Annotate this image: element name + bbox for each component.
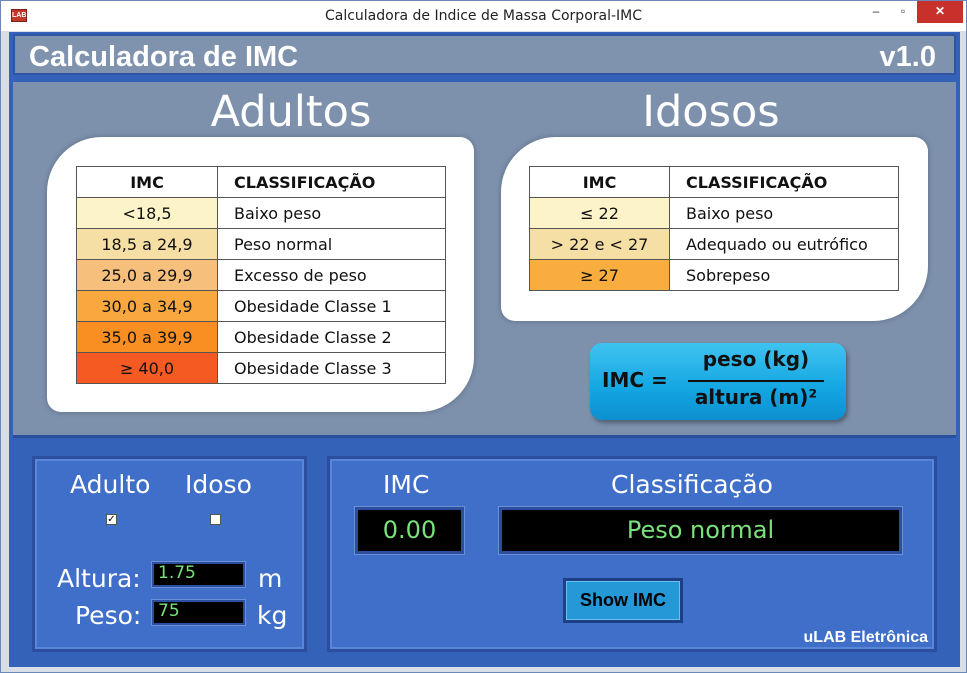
imc-range: 35,0 a 39,9 [76,321,218,353]
table-row: ≥ 40,0 Obesidade Classe 3 [76,352,446,384]
version-label: v1.0 [879,41,936,73]
imc-output: 0.00 [355,507,464,554]
imc-range: > 22 e < 27 [529,228,670,260]
table-row: 25,0 a 29,9 Excesso de peso [76,259,446,291]
idosos-table: IMC CLASSIFICAÇÃO ≤ 22 Baixo peso > 22 e… [529,166,899,291]
classification: Excesso de peso [217,259,446,291]
classification: Obesidade Classe 2 [217,321,446,353]
formula-denominator: altura (m)² [694,385,818,409]
section-divider [13,435,956,438]
altura-label: Altura: [57,564,141,593]
table-row: <18,5 Baixo peso [76,197,446,229]
title-bar[interactable]: LAB Calculadora de Indice de Massa Corpo… [1,1,966,31]
imc-label: IMC [383,470,430,499]
close-button[interactable]: ✕ [917,1,963,23]
minimize-button[interactable]: – [861,1,891,23]
adulto-checkbox[interactable]: ✓ [106,514,117,525]
formula-lhs: IMC = [602,368,668,392]
credit-label: uLAB Eletrônica [803,629,928,646]
table-row: 35,0 a 39,9 Obesidade Classe 2 [76,321,446,353]
table-row: ≤ 22 Baixo peso [529,197,899,229]
show-imc-button[interactable]: Show IMC [563,578,683,623]
imc-range: 30,0 a 34,9 [76,290,218,322]
window-title: Calculadora de Indice de Massa Corporal-… [324,8,643,24]
fraction-bar [688,380,824,382]
classification: Sobrepeso [669,259,899,291]
imc-range: 25,0 a 29,9 [76,259,218,291]
adultos-col-class: CLASSIFICAÇÃO [217,166,446,198]
idoso-label: Idoso [185,470,252,499]
idosos-col-imc: IMC [529,166,670,198]
adultos-title: Adultos [210,87,372,137]
classification: Obesidade Classe 3 [217,352,446,384]
altura-input[interactable]: 1.75 [152,562,245,587]
classification: Obesidade Classe 1 [217,290,446,322]
peso-label: Peso: [75,601,142,630]
app-title: Calculadora de IMC [29,41,299,73]
maximize-button[interactable]: ▫ [889,1,917,23]
altura-unit: m [258,564,283,593]
imc-range: 18,5 a 24,9 [76,228,218,260]
table-row: ≥ 27 Sobrepeso [529,259,899,291]
peso-unit: kg [257,601,288,630]
idoso-checkbox[interactable] [210,514,221,525]
idosos-col-class: CLASSIFICAÇÃO [669,166,899,198]
table-row: > 22 e < 27 Adequado ou eutrófico [529,228,899,260]
adulto-label: Adulto [70,470,151,499]
imc-range: <18,5 [76,197,218,229]
adultos-table: IMC CLASSIFICAÇÃO <18,5 Baixo peso 18,5 … [76,166,446,384]
peso-input[interactable]: 75 [152,600,245,625]
formula-numerator: peso (kg) [702,347,810,371]
app-window: LAB Calculadora de Indice de Massa Corpo… [0,0,967,673]
classification: Baixo peso [217,197,446,229]
imc-range: ≥ 40,0 [76,352,218,384]
table-row: 30,0 a 34,9 Obesidade Classe 1 [76,290,446,322]
classification-output: Peso normal [499,507,902,554]
imc-range: ≤ 22 [529,197,670,229]
classification: Adequado ou eutrófico [669,228,899,260]
imc-formula: IMC = peso (kg) altura (m)² [590,343,846,420]
app-header: Calculadora de IMC v1.0 [13,34,956,75]
imc-range: ≥ 27 [529,259,670,291]
classification: Baixo peso [669,197,899,229]
classification: Peso normal [217,228,446,260]
idosos-title: Idosos [642,87,780,137]
classificacao-label: Classificação [611,470,773,499]
table-row: 18,5 a 24,9 Peso normal [76,228,446,260]
adultos-col-imc: IMC [76,166,218,198]
